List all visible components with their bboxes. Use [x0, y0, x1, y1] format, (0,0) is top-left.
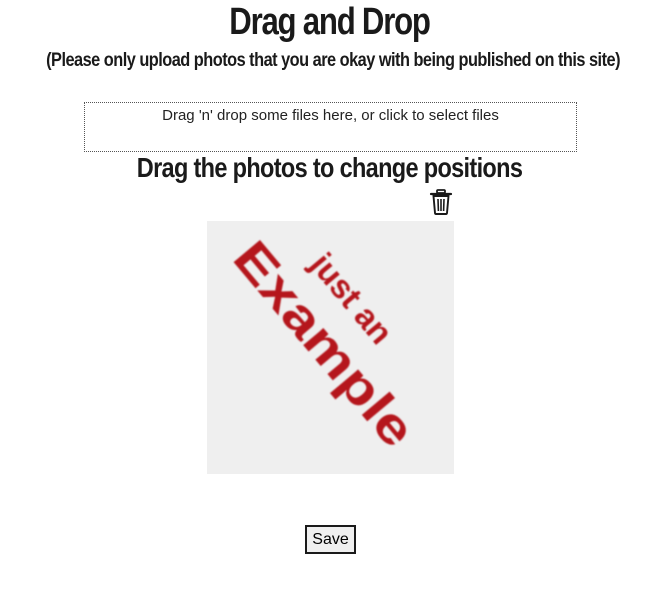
upload-notice: (Please only upload photos that you are … — [46, 50, 621, 71]
photo-item[interactable]: just an Example — [207, 221, 454, 474]
file-dropzone[interactable]: Drag 'n' drop some files here, or click … — [84, 102, 577, 152]
save-button[interactable]: Save — [305, 525, 356, 554]
page-title: Drag and Drop — [229, 1, 431, 43]
example-image: just an Example — [223, 230, 427, 458]
gallery-heading: Drag the photos to change positions — [136, 152, 523, 183]
dropzone-instructions: Drag 'n' drop some files here, or click … — [162, 107, 499, 124]
trash-icon[interactable] — [429, 189, 453, 215]
